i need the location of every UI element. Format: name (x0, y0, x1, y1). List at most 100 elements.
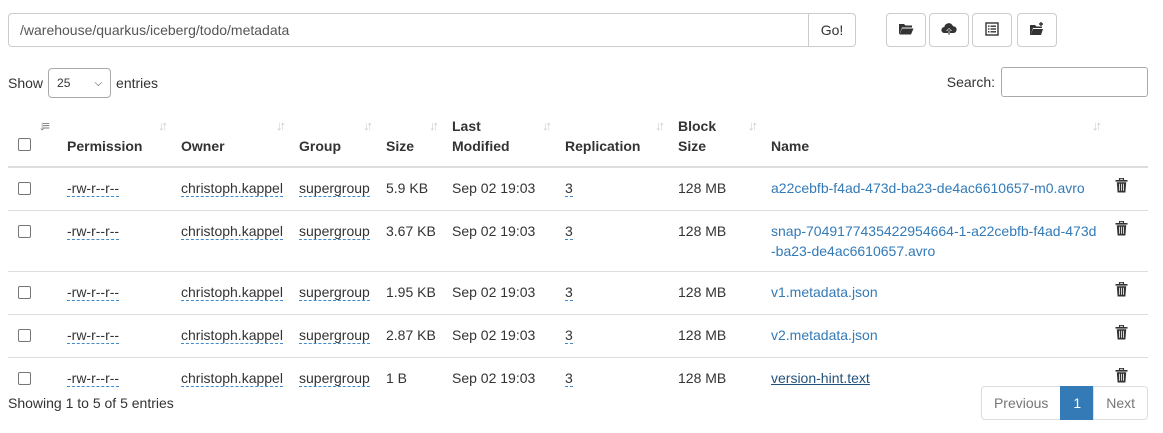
column-header-group[interactable]: ↓↑ Group (291, 110, 378, 168)
column-label: Size (678, 138, 707, 154)
cloud-upload-icon (941, 21, 957, 40)
permission-cell[interactable]: -rw-r--r-- (67, 223, 120, 240)
group-cell[interactable]: supergroup (299, 284, 370, 301)
column-header-replication[interactable]: ↓↑ Replication (557, 110, 670, 168)
sort-icon: ↓↑ (363, 118, 373, 133)
sort-icon: ↓↑ (655, 118, 665, 133)
entries-per-page-select[interactable]: 25 ⌵ (48, 68, 112, 98)
owner-cell[interactable]: christoph.kappel (181, 284, 283, 301)
select-all-header[interactable]: ↓≡ (8, 110, 59, 168)
table-row: -rw-r--r-- christoph.kappel supergroup 5… (8, 167, 1148, 211)
go-button[interactable]: Go! (808, 13, 856, 47)
column-label: Permission (67, 138, 143, 154)
column-header-block-size[interactable]: ↓↑ Block Size (670, 110, 763, 168)
group-cell[interactable]: supergroup (299, 327, 370, 344)
permission-cell[interactable]: -rw-r--r-- (67, 180, 120, 197)
sort-icon: ↓↑ (276, 118, 286, 133)
upload-button[interactable] (929, 13, 969, 47)
folder-open-icon (898, 21, 914, 40)
trash-icon[interactable] (1115, 220, 1128, 239)
column-label: Name (771, 138, 810, 154)
row-checkbox[interactable] (18, 182, 31, 195)
block-size-cell: 128 MB (670, 314, 763, 358)
previous-page-button[interactable]: Previous (980, 386, 1062, 420)
modified-cell: Sep 02 19:03 (444, 271, 557, 315)
list-view-button[interactable] (972, 13, 1012, 47)
replication-cell[interactable]: 3 (565, 223, 573, 240)
search-input[interactable] (1001, 67, 1148, 97)
block-size-cell: 128 MB (670, 210, 763, 272)
table-row: -rw-r--r-- christoph.kappel supergroup 2… (8, 314, 1148, 358)
replication-cell[interactable]: 3 (565, 284, 573, 301)
file-name-link[interactable]: snap-7049177435422954664-1-a22cebfb-f4ad… (771, 223, 1096, 259)
column-header-size[interactable]: ↓↑ Size (378, 110, 444, 168)
path-input[interactable] (8, 13, 808, 47)
new-directory-button[interactable] (1017, 13, 1057, 47)
replication-cell[interactable]: 3 (565, 180, 573, 197)
select-all-checkbox[interactable] (18, 138, 31, 151)
replication-cell[interactable]: 3 (565, 327, 573, 344)
sort-icon: ↓↑ (542, 118, 552, 133)
sort-icon: ↓↑ (748, 118, 758, 133)
file-name-link[interactable]: v1.metadata.json (771, 284, 878, 300)
entries-label: entries (116, 75, 159, 91)
permission-cell[interactable]: -rw-r--r-- (67, 370, 120, 387)
group-cell[interactable]: supergroup (299, 180, 370, 197)
modified-cell: Sep 02 19:03 (452, 180, 536, 196)
owner-cell[interactable]: christoph.kappel (181, 223, 283, 240)
open-folder-button[interactable] (886, 13, 926, 47)
size-cell: 5.9 KB (386, 180, 429, 196)
sort-asc-icon[interactable]: ↓≡ (39, 116, 50, 136)
column-label: Block (678, 118, 717, 134)
owner-cell[interactable]: christoph.kappel (181, 327, 283, 344)
trash-icon[interactable] (1115, 367, 1128, 386)
sort-icon: ↓↑ (1092, 118, 1102, 133)
folder-add-icon (1029, 21, 1045, 40)
group-cell[interactable]: supergroup (299, 370, 370, 387)
size-cell: 3.67 KB (378, 210, 444, 272)
permission-cell[interactable]: -rw-r--r-- (67, 284, 120, 301)
row-checkbox[interactable] (18, 329, 31, 342)
table-header-row: ↓≡ ↓↑ Permission ↓↑ Owner ↓↑ Group ↓↑ Size ↓… (8, 110, 1148, 168)
table-row: -rw-r--r-- christoph.kappel supergroup 1… (8, 357, 1148, 400)
search-control: Search: (947, 67, 1148, 97)
entries-length-control: Show 25 ⌵ entries (8, 68, 158, 98)
trash-icon[interactable] (1115, 324, 1128, 343)
file-table: ↓≡ ↓↑ Permission ↓↑ Owner ↓↑ Group ↓↑ Size ↓… (8, 110, 1148, 400)
sort-icon: ↓↑ (158, 118, 168, 133)
size-cell: 1 B (378, 357, 444, 400)
page-1-button[interactable]: 1 (1060, 386, 1095, 420)
trash-icon[interactable] (1115, 281, 1128, 300)
column-header-last-modified[interactable]: ↓↑ Last Modified (444, 110, 557, 168)
column-header-name[interactable]: ↓↑ Name (763, 110, 1107, 168)
file-name-link[interactable]: v2.metadata.json (771, 327, 878, 343)
column-label: Replication (565, 138, 641, 154)
file-name-link[interactable]: version-hint.text (771, 370, 870, 386)
entries-per-page-value: 25 (57, 76, 71, 90)
file-name-link[interactable]: a22cebfb-f4ad-473d-ba23-de4ac6610657-m0.… (771, 180, 1085, 196)
list-icon (984, 21, 1000, 40)
block-size-cell: 128 MB (678, 180, 727, 196)
owner-cell[interactable]: christoph.kappel (181, 370, 283, 387)
column-label: Group (299, 138, 341, 154)
column-label: Modified (452, 138, 510, 154)
row-checkbox[interactable] (18, 372, 31, 385)
group-cell[interactable]: supergroup (299, 223, 370, 240)
permission-cell[interactable]: -rw-r--r-- (67, 327, 120, 344)
path-bar: Go! (8, 13, 856, 47)
trash-icon[interactable] (1115, 177, 1128, 196)
row-checkbox[interactable] (18, 286, 31, 299)
modified-cell: Sep 02 19:03 (444, 210, 557, 272)
replication-cell[interactable]: 3 (565, 370, 573, 387)
chevron-down-icon: ⌵ (94, 77, 103, 89)
size-cell: 2.87 KB (378, 314, 444, 358)
column-header-owner[interactable]: ↓↑ Owner (173, 110, 291, 168)
next-page-button[interactable]: Next (1093, 386, 1148, 420)
owner-cell[interactable]: christoph.kappel (181, 180, 283, 197)
sort-icon: ↓↑ (429, 118, 439, 133)
column-label: Size (386, 138, 415, 154)
block-size-cell: 128 MB (670, 357, 763, 400)
column-header-permission[interactable]: ↓↑ Permission (59, 110, 173, 168)
row-checkbox[interactable] (18, 225, 31, 238)
size-cell: 1.95 KB (378, 271, 444, 315)
